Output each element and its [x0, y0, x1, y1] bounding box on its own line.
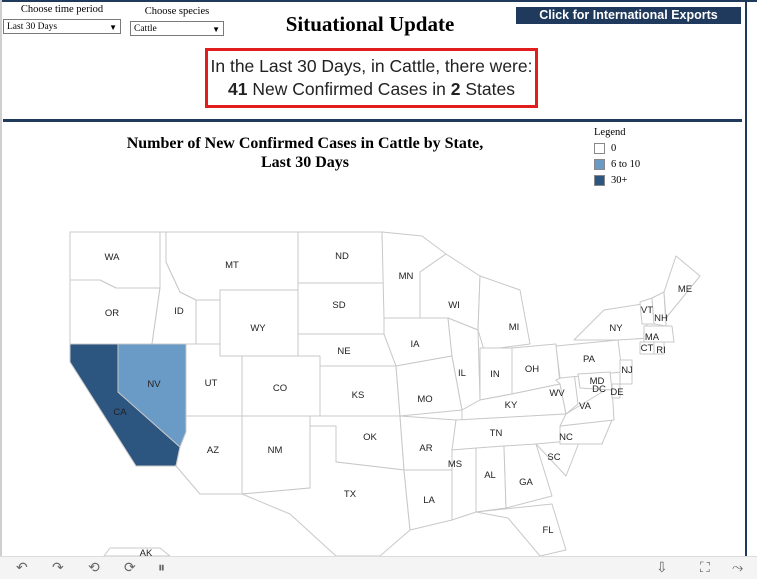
refresh-icon[interactable]: ⟳	[124, 559, 136, 576]
state-label-SD: SD	[332, 300, 345, 311]
state-label-SC: SC	[547, 452, 560, 463]
state-label-KY: KY	[505, 400, 518, 411]
state-label-VT: VT	[641, 305, 653, 316]
chevron-down-icon: ▼	[212, 25, 220, 34]
international-exports-button[interactable]: Click for International Exports	[516, 7, 741, 24]
page-title: Situational Update	[285, 12, 455, 36]
state-label-KS: KS	[352, 390, 365, 401]
state-label-OR: OR	[105, 308, 119, 319]
section-divider	[3, 119, 742, 122]
summary-mid-text: New Confirmed Cases in	[247, 79, 451, 99]
state-label-LA: LA	[423, 495, 435, 506]
legend-item: 30+	[594, 175, 640, 186]
state-label-AK: AK	[140, 548, 153, 556]
window-top-border	[0, 0, 757, 2]
time-period-label: Choose time period	[20, 4, 104, 15]
state-label-NJ: NJ	[621, 365, 633, 376]
state-label-MO: MO	[417, 394, 432, 405]
state-label-MS: MS	[448, 459, 462, 470]
state-count: 2	[450, 79, 461, 99]
state-label-WY: WY	[250, 323, 266, 334]
legend-title: Legend	[594, 127, 626, 138]
state-AK[interactable]	[103, 547, 171, 556]
state-label-WI: WI	[448, 300, 460, 311]
summary-line-1: In the Last 30 Days, in Cattle, there we…	[210, 56, 533, 76]
state-label-NE: NE	[337, 346, 350, 357]
state-label-MA: MA	[645, 332, 660, 343]
map-title-line-1: Number of New Confirmed Cases in Cattle …	[126, 135, 484, 152]
fullscreen-icon[interactable]: ⛶	[700, 559, 710, 576]
state-MI[interactable]	[477, 275, 531, 351]
state-label-TX: TX	[344, 489, 357, 500]
map-title: Number of New Confirmed Cases in Cattle …	[100, 134, 510, 172]
state-label-RI: RI	[656, 345, 666, 356]
state-label-UT: UT	[205, 378, 218, 389]
legend-label: 30+	[611, 175, 628, 186]
state-label-OK: OK	[363, 432, 377, 443]
state-label-NC: NC	[559, 432, 573, 443]
summary-line-2: 41 New Confirmed Cases in 2 States	[208, 79, 535, 100]
state-label-ND: ND	[335, 251, 349, 262]
share-icon[interactable]: ⤳	[732, 559, 743, 576]
us-map[interactable]: WA OR CA NV ID MT WY UT AZ CO NM ND SD N…	[0, 200, 745, 556]
state-label-MN: MN	[399, 271, 414, 282]
state-label-MI: MI	[509, 322, 520, 333]
state-label-AR: AR	[419, 443, 432, 454]
state-label-AL: AL	[484, 470, 496, 481]
state-label-FL: FL	[542, 525, 553, 536]
redo-icon[interactable]: ↷	[52, 559, 64, 576]
time-period-filter: Choose time period Last 30 Days ▼	[3, 4, 121, 34]
state-label-PA: PA	[583, 354, 596, 365]
state-label-MT: MT	[225, 260, 239, 271]
summary-box: In the Last 30 Days, in Cattle, there we…	[205, 48, 538, 108]
state-label-IA: IA	[411, 339, 421, 350]
state-label-NY: NY	[609, 323, 623, 334]
summary-end-text: States	[460, 79, 515, 99]
state-label-TN: TN	[490, 428, 503, 439]
state-NY[interactable]	[573, 303, 651, 341]
state-label-DC: DC	[592, 384, 606, 395]
state-MO[interactable]	[395, 355, 463, 417]
case-count: 41	[228, 79, 248, 99]
undo-icon[interactable]: ↶	[16, 559, 28, 576]
state-label-IL: IL	[458, 368, 466, 379]
species-select[interactable]: Cattle ▼	[130, 21, 224, 36]
legend: Legend 0 6 to 10 30+	[594, 127, 640, 186]
state-label-NV: NV	[147, 379, 161, 390]
legend-label: 0	[611, 143, 617, 154]
chevron-down-icon: ▼	[109, 23, 117, 32]
state-label-CT: CT	[641, 343, 654, 354]
species-filter: Choose species Cattle ▼	[130, 6, 224, 36]
pause-icon[interactable]: ⏸	[158, 559, 165, 576]
revert-icon[interactable]: ⟲	[88, 559, 100, 576]
state-label-ID: ID	[174, 306, 184, 317]
map-title-line-2: Last 30 Days	[260, 154, 349, 171]
legend-item: 6 to 10	[594, 159, 640, 170]
state-label-VA: VA	[579, 401, 592, 412]
state-label-DE: DE	[610, 387, 623, 398]
legend-swatch-1	[594, 159, 605, 170]
state-label-AZ: AZ	[207, 445, 219, 456]
species-label: Choose species	[144, 6, 210, 17]
legend-label: 6 to 10	[611, 159, 641, 170]
time-period-select[interactable]: Last 30 Days ▼	[3, 19, 121, 34]
state-label-OH: OH	[525, 364, 539, 375]
download-icon[interactable]: ⇩	[656, 559, 668, 576]
state-label-CO: CO	[273, 383, 287, 394]
legend-item: 0	[594, 143, 640, 154]
state-label-WV: WV	[549, 388, 565, 399]
state-label-WA: WA	[105, 252, 121, 263]
species-value: Cattle	[134, 24, 157, 34]
state-label-IN: IN	[490, 369, 500, 380]
time-period-value: Last 30 Days	[7, 22, 58, 32]
viz-toolbar: ↶ ↷ ⟲ ⟳ ⏸ ⇩ ⛶ ⤳	[0, 556, 757, 579]
legend-swatch-2	[594, 175, 605, 186]
window-right-border	[745, 0, 747, 556]
state-label-ME: ME	[678, 284, 692, 295]
state-label-NM: NM	[268, 445, 283, 456]
state-label-GA: GA	[519, 477, 533, 488]
state-label-NH: NH	[654, 313, 668, 324]
state-label-CA: CA	[113, 407, 127, 418]
legend-swatch-0	[594, 143, 605, 154]
